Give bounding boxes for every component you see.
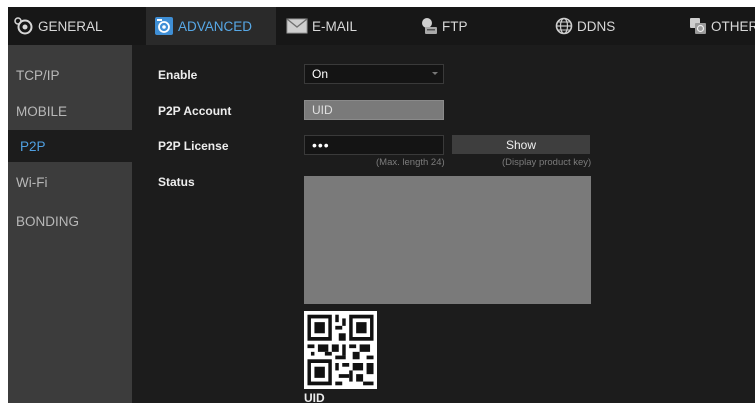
p2p-license-value: •••: [312, 137, 330, 153]
tab-email[interactable]: E-MAIL: [286, 7, 386, 45]
sidebar-item-label: TCP/IP: [16, 67, 60, 83]
p2p-settings-panel: Enable On P2P Account UID P2P License ••…: [132, 45, 755, 405]
envelope-icon: [286, 18, 308, 34]
p2p-license-field[interactable]: •••: [304, 135, 444, 155]
show-button-label: Show: [505, 137, 537, 152]
tab-general[interactable]: GENERAL: [14, 7, 139, 45]
qr-code: [304, 311, 377, 389]
show-button-hint: (Display product key): [502, 157, 592, 168]
tab-others[interactable]: OTHER: [689, 7, 755, 45]
enable-select[interactable]: On: [304, 64, 444, 84]
sidebar-item-bonding[interactable]: BONDING: [8, 205, 132, 237]
sidebar-item-label: Wi-Fi: [16, 174, 48, 190]
sidebar-item-wifi[interactable]: Wi-Fi: [8, 166, 132, 198]
tab-label: E-MAIL: [312, 18, 358, 34]
others-icon: [689, 17, 707, 35]
sidebar: TCP/IP MOBILE P2P Wi-Fi BONDING: [8, 45, 132, 403]
sidebar-item-label: MOBILE: [16, 103, 68, 119]
tab-advanced[interactable]: ADVANCED: [146, 7, 276, 45]
license-length-hint: (Max. length 24): [376, 157, 445, 168]
tab-ddns[interactable]: DDNS: [555, 7, 645, 45]
show-button[interactable]: Show: [452, 135, 590, 154]
sidebar-item-label: P2P: [20, 138, 46, 154]
top-tab-bar: GENERAL ADVANCED E-MAIL FTP DDNS OTHER: [8, 7, 755, 45]
status-label: Status: [158, 175, 195, 189]
sidebar-item-mobile[interactable]: MOBILE: [8, 95, 132, 127]
sidebar-item-tcpip[interactable]: TCP/IP: [8, 59, 132, 91]
tab-label: OTHER: [711, 18, 755, 34]
app-frame: GENERAL ADVANCED E-MAIL FTP DDNS OTHER T…: [8, 7, 755, 405]
enable-label: Enable: [158, 68, 198, 82]
tab-ftp[interactable]: FTP: [420, 7, 510, 45]
sidebar-item-label: BONDING: [16, 213, 80, 229]
chevron-down-icon: [432, 72, 438, 75]
tab-label: DDNS: [577, 18, 616, 34]
p2p-account-label: P2P Account: [158, 104, 232, 118]
globe-icon: [555, 17, 573, 35]
enable-select-value: On: [312, 67, 329, 81]
ftp-icon: [420, 17, 438, 35]
camera-settings-icon: [154, 16, 174, 36]
status-box: [304, 176, 591, 304]
tab-label: FTP: [442, 18, 468, 34]
p2p-account-field: UID: [304, 100, 444, 120]
tab-label: ADVANCED: [178, 18, 253, 34]
p2p-license-label: P2P License: [158, 139, 229, 153]
tab-label: GENERAL: [38, 18, 103, 34]
gear-icon: [14, 17, 34, 35]
p2p-account-value: UID: [312, 103, 333, 117]
sidebar-item-p2p[interactable]: P2P: [8, 130, 132, 162]
